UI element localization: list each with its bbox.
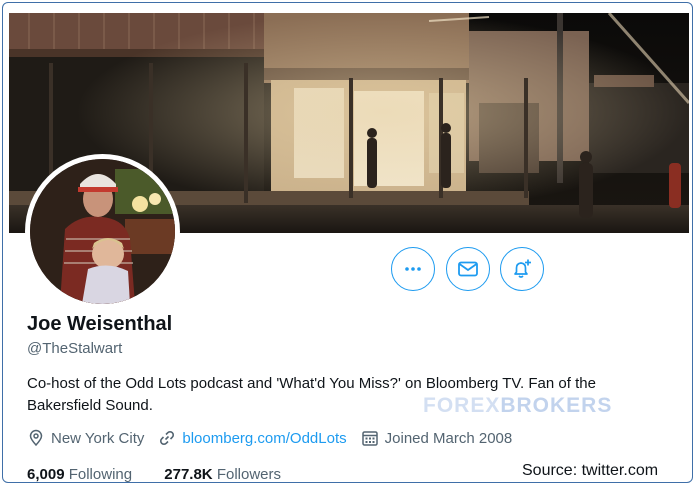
location-text: New York City (51, 429, 145, 447)
source-caption: Source: twitter.com (522, 462, 659, 479)
followers-label: Followers (216, 466, 281, 483)
follow-counts: 6,009 Following 277.8K Followers (27, 466, 309, 483)
calendar-icon (361, 431, 378, 446)
profile-meta: New York City bloomberg.com/OddLots Join… (27, 429, 526, 447)
message-button[interactable] (446, 247, 490, 291)
link-icon (160, 430, 175, 446)
profile-avatar[interactable] (25, 154, 180, 309)
notifications-button[interactable] (500, 247, 544, 291)
screenshot-frame: Joe Weisenthal @TheStalwart Co-host of t… (2, 2, 693, 483)
avatar-photo (30, 159, 175, 304)
joined-text: Joined March 2008 (384, 429, 513, 447)
following-link[interactable]: 6,009 Following (27, 466, 133, 483)
followers-count: 277.8K (164, 466, 213, 483)
avatar-image (30, 159, 175, 304)
envelope-icon (458, 261, 478, 277)
watermark-part1: FOREX (423, 394, 501, 417)
following-label: Following (68, 466, 133, 483)
website-item[interactable]: bloomberg.com/OddLots (158, 429, 347, 447)
website-link[interactable]: bloomberg.com/OddLots (182, 430, 346, 447)
more-dots-icon (405, 267, 421, 271)
joined-item: Joined March 2008 (361, 429, 513, 447)
location-item: New York City (27, 429, 144, 447)
bell-plus-icon (514, 259, 531, 278)
profile-handle: @TheStalwart (27, 340, 123, 357)
more-options-button[interactable] (391, 247, 435, 291)
profile-name: Joe Weisenthal (27, 313, 173, 335)
watermark-part2: BROKERS (500, 394, 613, 417)
location-pin-icon (29, 429, 43, 447)
following-count: 6,009 (27, 466, 65, 483)
watermark: FOREXBROKERS (423, 394, 612, 418)
followers-link[interactable]: 277.8K Followers (164, 466, 281, 483)
